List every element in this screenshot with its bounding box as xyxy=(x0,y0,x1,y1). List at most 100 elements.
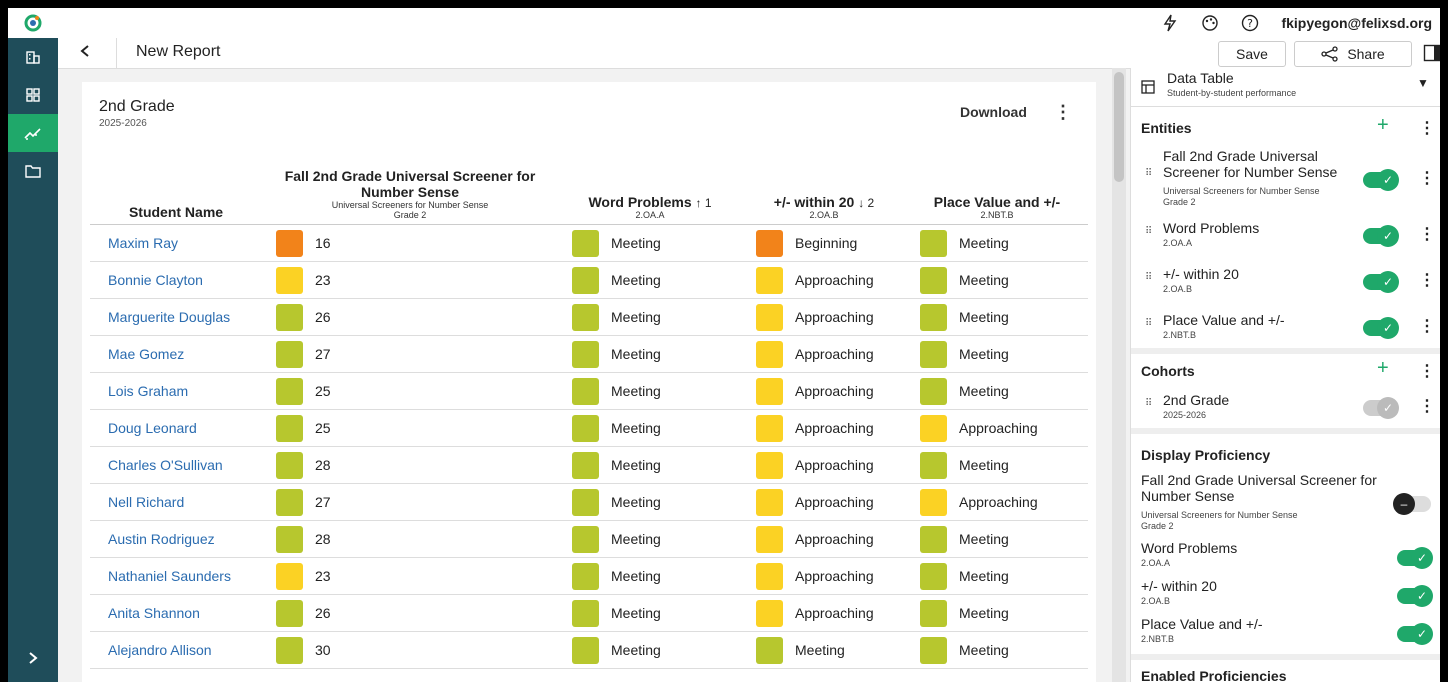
student-name-link[interactable]: Anita Shannon xyxy=(90,594,262,632)
entity-more-icon[interactable]: ⋮ xyxy=(1419,224,1435,244)
display-toggle[interactable]: – xyxy=(1393,493,1431,515)
chevron-left-icon xyxy=(80,45,89,57)
screener-score-cell: 26 xyxy=(262,298,558,336)
proficiency-swatch xyxy=(276,340,303,368)
expand-sidebar-button[interactable] xyxy=(8,640,58,676)
main-scrollbar[interactable] xyxy=(1112,68,1126,682)
proficiency-swatch xyxy=(572,599,599,627)
proficiency-swatch xyxy=(276,562,303,590)
proficiency-swatch xyxy=(572,525,599,553)
display-toggle[interactable]: ✓ xyxy=(1397,585,1433,607)
student-name-link[interactable]: Maxim Ray xyxy=(90,224,262,262)
section-divider xyxy=(1131,654,1440,660)
proficiency-swatch xyxy=(756,229,783,257)
proficiency-swatch xyxy=(756,525,783,553)
panel-toggle-button[interactable] xyxy=(1422,42,1440,64)
word-problems-cell: Meeting xyxy=(558,335,742,373)
display-toggle[interactable]: ✓ xyxy=(1397,623,1433,645)
cohort-title: 2nd Grade xyxy=(99,98,175,115)
section-divider xyxy=(1131,428,1440,434)
entities-more-icon[interactable]: ⋮ xyxy=(1419,118,1435,138)
place-value-cell: Meeting xyxy=(906,372,1088,410)
add-entity-icon[interactable]: + xyxy=(1377,114,1389,137)
column-header-within-20[interactable]: +/- within 20 ↓ 2 2.OA.B xyxy=(742,158,906,225)
table-row: Lois Graham 25 Meeting Approaching Meeting xyxy=(90,372,1088,410)
entity-more-icon[interactable]: ⋮ xyxy=(1419,316,1435,336)
student-name-link[interactable]: Austin Rodriguez xyxy=(90,520,262,558)
share-button[interactable]: Share xyxy=(1294,41,1412,67)
column-header-screener[interactable]: Fall 2nd Grade Universal Screener for Nu… xyxy=(262,158,558,225)
column-header-student-name[interactable]: Student Name xyxy=(90,158,262,225)
proficiency-swatch xyxy=(572,562,599,590)
drag-handle-icon[interactable]: ⠿ xyxy=(1145,168,1152,179)
within-20-cell: Approaching xyxy=(742,409,906,447)
entity-toggle[interactable]: ✓ xyxy=(1363,271,1399,293)
drag-handle-icon[interactable]: ⠿ xyxy=(1145,226,1152,237)
download-button[interactable]: Download xyxy=(960,104,1027,120)
sidebar xyxy=(8,38,58,682)
student-name-link[interactable]: Nathaniel Saunders xyxy=(90,557,262,595)
student-name-link[interactable]: Nell Richard xyxy=(90,483,262,521)
table-row: Marguerite Douglas 26 Meeting Approaching Me… xyxy=(90,298,1088,336)
column-header-word-problems[interactable]: Word Problems ↑ 1 2.OA.A xyxy=(558,158,742,225)
place-value-cell: Meeting xyxy=(906,594,1088,632)
help-icon[interactable]: ? xyxy=(1241,14,1259,32)
drag-handle-icon[interactable]: ⠿ xyxy=(1145,318,1152,329)
student-name-link[interactable]: Bonnie Clayton xyxy=(90,261,262,299)
palette-icon[interactable] xyxy=(1201,14,1219,32)
sidebar-item-dashboard[interactable] xyxy=(8,76,58,114)
table-row: Alejandro Allison 30 Meeting Meeting Meeting xyxy=(90,631,1088,669)
sidebar-item-folder[interactable] xyxy=(8,152,58,190)
proficiency-swatch xyxy=(920,377,947,405)
drag-handle-icon[interactable]: ⠿ xyxy=(1145,398,1152,409)
display-proficiency-title: Display Proficiency xyxy=(1141,447,1271,463)
entity-more-icon[interactable]: ⋮ xyxy=(1419,168,1435,188)
more-vert-icon[interactable]: ⋮ xyxy=(1054,102,1072,123)
student-name-link[interactable]: Lois Graham xyxy=(90,372,262,410)
entity-toggle[interactable]: ✓ xyxy=(1363,169,1399,191)
word-problems-cell: Meeting xyxy=(558,298,742,336)
place-value-cell: Meeting xyxy=(906,261,1088,299)
student-name-link[interactable]: Doug Leonard xyxy=(90,409,262,447)
caret-down-icon[interactable]: ▼ xyxy=(1417,76,1429,90)
cohort-toggle[interactable]: ✓ xyxy=(1363,397,1399,419)
student-name-link[interactable]: Alejandro Allison xyxy=(90,631,262,669)
drag-handle-icon[interactable]: ⠿ xyxy=(1145,272,1152,283)
user-email[interactable]: fkipyegon@felixsd.org xyxy=(1281,15,1432,31)
student-name-link[interactable]: Charles O'Sullivan xyxy=(90,446,262,484)
table-row: Bonnie Clayton 23 Meeting Approaching Meetin… xyxy=(90,261,1088,299)
proficiency-swatch xyxy=(756,488,783,516)
report-title[interactable]: New Report xyxy=(136,43,220,61)
app-logo[interactable] xyxy=(8,8,58,38)
chevron-right-icon xyxy=(29,652,38,664)
word-problems-cell: Meeting xyxy=(558,594,742,632)
entity-toggle[interactable]: ✓ xyxy=(1363,225,1399,247)
entity-more-icon[interactable]: ⋮ xyxy=(1419,270,1435,290)
cohorts-more-icon[interactable]: ⋮ xyxy=(1419,361,1435,381)
enabled-proficiencies-title: Enabled Proficiencies xyxy=(1141,668,1287,682)
column-header-place-value[interactable]: Place Value and +/- 2.NBT.B xyxy=(906,158,1088,225)
proficiency-swatch xyxy=(920,525,947,553)
sidebar-item-organization[interactable] xyxy=(8,38,58,76)
display-toggle[interactable]: ✓ xyxy=(1397,547,1433,569)
sort-desc-indicator: ↓ 2 xyxy=(858,196,875,210)
student-name-link[interactable]: Mae Gomez xyxy=(90,335,262,373)
place-value-cell: Meeting xyxy=(906,631,1088,669)
table-row: Doug Leonard 25 Meeting Approaching Approach… xyxy=(90,409,1088,447)
table-row: Anita Shannon 26 Meeting Approaching Meeting xyxy=(90,594,1088,632)
cohort-more-icon[interactable]: ⋮ xyxy=(1419,396,1435,416)
back-button[interactable] xyxy=(80,42,90,63)
sidebar-item-analytics[interactable] xyxy=(8,114,58,152)
within-20-cell: Approaching xyxy=(742,372,906,410)
cohort-year: 2025-2026 xyxy=(99,118,147,129)
table-row: Maxim Ray 16 Meeting Beginning Meeting xyxy=(90,224,1088,262)
bolt-icon[interactable] xyxy=(1161,14,1179,32)
entity-toggle[interactable]: ✓ xyxy=(1363,317,1399,339)
visualization-selector[interactable]: Data Table Student-by-student performanc… xyxy=(1131,68,1440,107)
student-name-link[interactable]: Marguerite Douglas xyxy=(90,298,262,336)
within-20-cell: Beginning xyxy=(742,224,906,262)
add-cohort-icon[interactable]: + xyxy=(1377,357,1389,380)
word-problems-cell: Meeting xyxy=(558,520,742,558)
save-button[interactable]: Save xyxy=(1218,41,1286,67)
scrollbar-thumb[interactable] xyxy=(1114,72,1124,182)
